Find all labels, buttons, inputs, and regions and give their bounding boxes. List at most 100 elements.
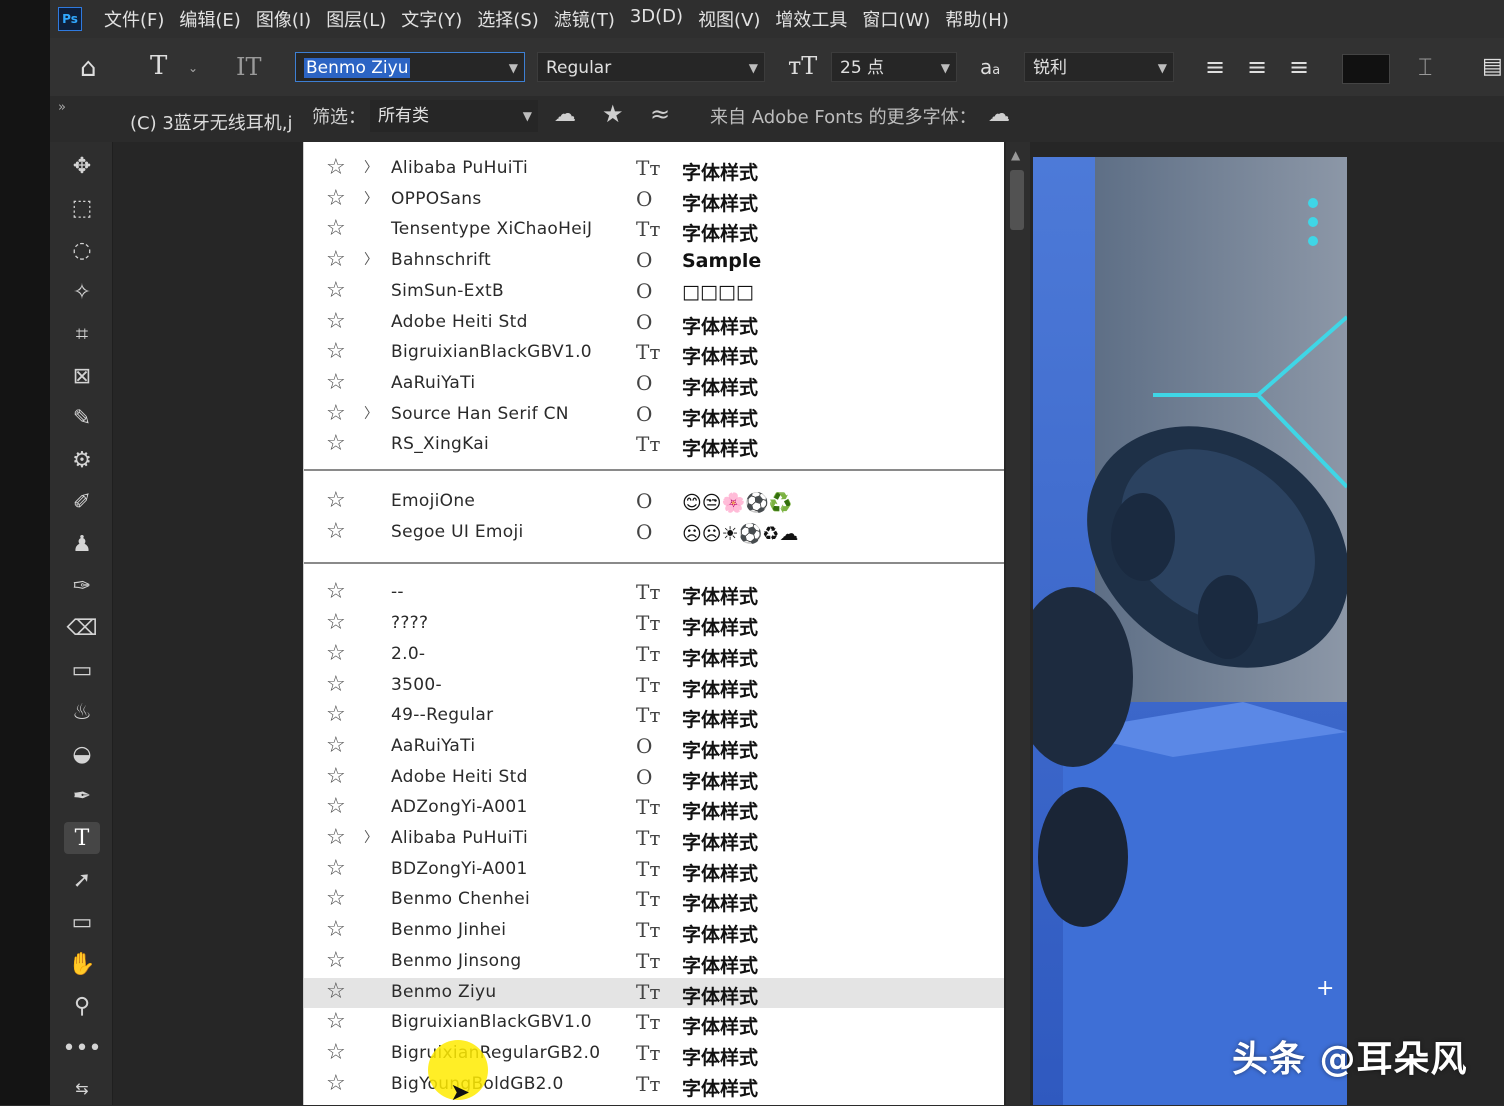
font-list-item[interactable]: ☆ 〉 OPPOSans O 字体样式 (304, 185, 1004, 215)
favorite-star-icon[interactable]: ☆ (326, 370, 346, 395)
text-tool-preset-icon[interactable]: T (150, 51, 167, 81)
favorite-star-icon[interactable]: ☆ (326, 1040, 346, 1065)
align-left-icon[interactable]: ≡ (1205, 52, 1225, 82)
font-list-item[interactable]: ☆BigYoungBoldGB2.0Tт字体样式 (304, 1070, 1004, 1100)
font-family-value[interactable]: Benmo Ziyu (304, 58, 411, 78)
history-brush-tool-icon[interactable]: ✑ (64, 570, 100, 602)
adobe-fonts-link-icon[interactable]: ☁ (988, 102, 1010, 127)
favorite-star-icon[interactable]: ☆ (326, 309, 346, 334)
font-list-item[interactable]: ☆ Benmo Ziyu Tт 字体样式 (304, 977, 1004, 1008)
font-list-item[interactable]: ☆ Adobe Heiti Std O 字体样式 (304, 763, 1004, 793)
menu-item[interactable]: 选择(S) (477, 6, 538, 32)
marquee-tool-icon[interactable]: ⬚ (64, 192, 100, 224)
font-list-item[interactable]: ☆ AaRuiYaTi O 字体样式 (304, 369, 1004, 399)
font-list-item[interactable]: ☆ SimSun-ExtB O □□□□ (304, 277, 1004, 307)
favorite-star-icon[interactable]: ☆ (326, 401, 346, 426)
favorite-star-icon[interactable]: ☆ (326, 610, 346, 635)
favorite-star-icon[interactable]: ☆ (326, 488, 346, 513)
menu-item[interactable]: 视图(V) (698, 6, 760, 32)
favorite-star-icon[interactable]: ☆ (326, 764, 346, 789)
font-list-item[interactable]: ☆???? Tт 字体样式 (304, 609, 1004, 639)
font-list-item[interactable]: ☆ Adobe Heiti Std O 字体样式 (304, 308, 1004, 338)
brush-tool-icon[interactable]: ✐ (64, 486, 100, 518)
favorite-star-icon[interactable]: ☆ (326, 155, 346, 180)
menu-item[interactable]: 编辑(E) (179, 6, 240, 32)
favorite-star-icon[interactable]: ☆ (326, 886, 346, 911)
favorite-star-icon[interactable]: ☆ (326, 1009, 346, 1034)
scrollbar-thumb[interactable] (1010, 170, 1024, 230)
menu-item[interactable]: 文件(F) (104, 6, 164, 32)
font-list-item[interactable]: ☆ 〉 Alibaba PuHuiTi Tт 字体样式 (304, 154, 1004, 184)
gradient-tool-icon[interactable]: ▭ (64, 654, 100, 686)
favorite-star-icon[interactable]: ☆ (326, 794, 346, 819)
font-size-select[interactable]: 25 点 ▼ (831, 52, 957, 82)
eraser-tool-icon[interactable]: ⌫ (64, 612, 100, 644)
menu-item[interactable]: 文字(Y) (401, 6, 462, 32)
favorite-star-icon[interactable]: ☆ (326, 825, 346, 850)
font-list-item[interactable]: ☆ BDZongYi-A001 Tт 字体样式 (304, 855, 1004, 885)
font-list-item[interactable]: ☆ Benmo Jinsong Tт 字体样式 (304, 947, 1004, 977)
hand-tool-icon[interactable]: ✋ (64, 948, 100, 980)
expand-chevrons-icon[interactable]: » (58, 100, 66, 115)
chevron-down-icon[interactable]: ▼ (523, 100, 532, 132)
font-list-dropdown[interactable]: ☆ 〉 Alibaba PuHuiTi Tт 字体样式 ☆ 〉 OPPOSans O 字体样式 ☆ T… (303, 142, 1004, 1105)
home-icon[interactable]: ⌂ (80, 53, 97, 83)
swap-colors-icon[interactable]: ⇆ (64, 1072, 100, 1104)
menu-item[interactable]: 窗口(W) (862, 6, 930, 32)
antialias-select[interactable]: 锐利 ▼ (1024, 52, 1174, 82)
pen-tool-icon[interactable]: ✒ (64, 780, 100, 812)
favorites-star-icon[interactable]: ★ (602, 100, 624, 128)
font-list-scrollbar[interactable] (1006, 142, 1030, 1105)
align-center-icon[interactable]: ≡ (1247, 52, 1267, 82)
menu-item[interactable]: 图像(I) (256, 6, 311, 32)
font-list-item[interactable]: ☆ ADZongYi-A001 Tт 字体样式 (304, 793, 1004, 823)
expand-chevron-icon[interactable]: 〉 (364, 249, 378, 269)
filter-select[interactable]: 所有类 ▼ (370, 100, 538, 132)
chevron-down-icon[interactable]: ▼ (509, 53, 518, 83)
favorite-star-icon[interactable]: ☆ (326, 856, 346, 881)
font-list-item[interactable]: ☆ 49--Regular Tт 字体样式 (304, 701, 1004, 731)
expand-chevron-icon[interactable]: 〉 (364, 403, 378, 423)
expand-chevron-icon[interactable]: 〉 (364, 827, 378, 847)
magic-wand-tool-icon[interactable]: ✧ (64, 276, 100, 308)
font-list-item[interactable]: ☆ Benmo Jinhei Tт 字体样式 (304, 916, 1004, 946)
font-list-item[interactable]: ☆ 〉 Alibaba PuHuiTi Tт 字体样式 (304, 824, 1004, 854)
font-list-item[interactable]: ☆ -- Tт 字体样式 (304, 578, 1004, 608)
menu-item[interactable]: 滤镜(T) (554, 6, 615, 32)
font-list-item[interactable]: ☆ Tensentype XiChaoHeiJ Tт 字体样式 (304, 215, 1004, 245)
favorite-star-icon[interactable]: ☆ (326, 917, 346, 942)
favorite-star-icon[interactable]: ☆ (326, 733, 346, 758)
favorite-star-icon[interactable]: ☆ (326, 431, 346, 456)
favorite-star-icon[interactable]: ☆ (326, 979, 346, 1004)
favorite-star-icon[interactable]: ☆ (326, 672, 346, 697)
font-list-item[interactable]: ☆ 2.0- Tт 字体样式 (304, 640, 1004, 670)
text-orientation-icon[interactable]: ⅠT (236, 52, 262, 82)
font-list-item[interactable]: ☆ BigruixianRegularGB2.0 Tт 字体样式 (304, 1039, 1004, 1069)
font-list-item[interactable]: ☆ RS_XingKai Tт 字体样式 (304, 430, 1004, 460)
crop-tool-icon[interactable]: ⌗ (64, 318, 100, 350)
font-list-item[interactable]: ☆ 3500- Tт 字体样式 (304, 671, 1004, 701)
type-tool-icon[interactable]: T (64, 822, 100, 854)
font-list-item[interactable]: ☆ 〉 Bahnschrift O Sample (304, 246, 1004, 276)
favorite-star-icon[interactable]: ☆ (326, 186, 346, 211)
font-list-item[interactable]: ☆ 〉 Source Han Serif CN O 字体样式 (304, 400, 1004, 430)
font-family-input[interactable]: Benmo Ziyu ▼ (295, 52, 525, 82)
chevron-down-icon[interactable]: ▼ (749, 53, 758, 83)
font-list-item[interactable]: ☆ AaRuiYaTi O 字体样式 (304, 732, 1004, 762)
adobe-fonts-cloud-icon[interactable]: ☁ (554, 102, 576, 127)
favorite-star-icon[interactable]: ☆ (326, 948, 346, 973)
warp-text-icon[interactable]: ⌶ (1418, 52, 1432, 82)
favorite-star-icon[interactable]: ☆ (326, 216, 346, 241)
chevron-down-icon[interactable]: ▼ (1158, 53, 1167, 83)
lasso-tool-icon[interactable]: ◌ (64, 234, 100, 266)
menu-item[interactable]: 3D(D) (630, 6, 683, 32)
favorite-star-icon[interactable]: ☆ (326, 641, 346, 666)
font-list-item[interactable]: ☆ BigruixianBlackGBV1.0 Tт 字体样式 (304, 1008, 1004, 1038)
font-list-item[interactable]: ☆ Benmo Chenhei Tт 字体样式 (304, 885, 1004, 915)
zoom-tool-icon[interactable]: ⚲ (64, 990, 100, 1022)
favorite-star-icon[interactable]: ☆ (326, 339, 346, 364)
favorite-star-icon[interactable]: ☆ (326, 247, 346, 272)
text-color-swatch[interactable] (1342, 54, 1390, 84)
document-canvas[interactable]: + (1033, 157, 1347, 1105)
dodge-tool-icon[interactable]: ◒ (64, 738, 100, 770)
